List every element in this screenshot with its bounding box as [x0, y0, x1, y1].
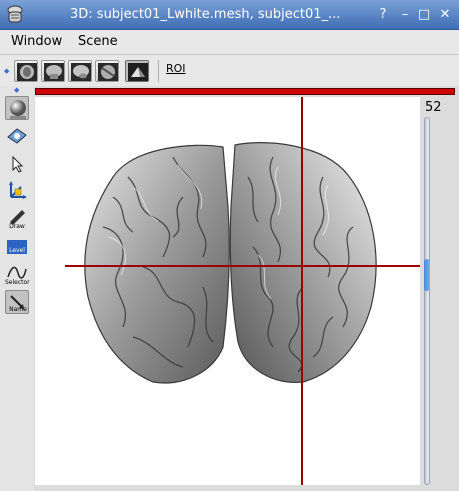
brain-mesh-render [84, 142, 377, 384]
3d-viewport[interactable] [35, 97, 420, 485]
slice-slider-track[interactable] [424, 117, 430, 485]
menu-bar: Window Scene [0, 30, 459, 54]
crosshair-vertical [301, 97, 303, 485]
select-tool[interactable] [5, 152, 29, 176]
trackball-tool[interactable] [5, 96, 29, 120]
menu-window[interactable]: Window [11, 34, 62, 49]
level-tool-label: Level [9, 247, 25, 254]
selector-tool-label: Selector [5, 279, 30, 286]
tool-palette: ◆ Draw Level Selector Name [0, 86, 34, 491]
title-bar: 3D: subject01_Lwhite.mesh, subject01_...… [0, 0, 459, 30]
view-toolbar: ◆ ROI [0, 54, 459, 86]
flight-plane-icon [7, 128, 27, 144]
activity-bar [35, 88, 455, 95]
close-button[interactable]: ✕ [436, 6, 454, 24]
draw-tool-label: Draw [9, 223, 25, 230]
slice-slider-handle[interactable] [424, 259, 430, 291]
coronal-view-button[interactable] [41, 60, 65, 82]
roi-button[interactable]: ROI [166, 62, 186, 75]
sagittal-brain-icon [71, 63, 91, 81]
maximize-button[interactable]: □ [415, 6, 433, 24]
palette-handle-icon[interactable]: ◆ [14, 86, 19, 94]
oblique-view-button[interactable] [95, 60, 119, 82]
synapse-selector-tool[interactable]: Selector [5, 262, 30, 286]
name-tool-label: Name [9, 306, 27, 313]
name-tool[interactable]: Name [5, 290, 29, 314]
level-tool[interactable]: Level [5, 234, 29, 258]
help-button[interactable]: ? [374, 6, 392, 24]
arrow-pointer-icon [12, 155, 24, 173]
minimize-button[interactable]: – [396, 6, 414, 24]
oblique-brain-icon [98, 63, 118, 81]
crosshair-horizontal [65, 265, 420, 267]
toolbar-handle-icon[interactable]: ◆ [4, 67, 9, 75]
anatomist-app-icon[interactable] [6, 5, 24, 25]
axial-view-button[interactable] [14, 60, 38, 82]
sagittal-view-button[interactable] [68, 60, 92, 82]
coronal-brain-icon [44, 63, 64, 81]
axial-brain-icon [17, 63, 37, 81]
trackball-sphere-icon [10, 100, 26, 119]
window-title: 3D: subject01_Lwhite.mesh, subject01_... [70, 7, 341, 22]
transform-tool[interactable] [5, 178, 29, 202]
slice-value-label: 52 [425, 100, 442, 115]
draw-tool[interactable]: Draw [5, 206, 29, 230]
menu-scene[interactable]: Scene [78, 34, 118, 49]
toolbar-separator [158, 60, 159, 82]
3d-view-button[interactable] [125, 60, 149, 82]
3d-brain-icon [128, 63, 148, 81]
flight-tool[interactable] [5, 124, 29, 148]
transform-axes-icon [9, 181, 27, 199]
